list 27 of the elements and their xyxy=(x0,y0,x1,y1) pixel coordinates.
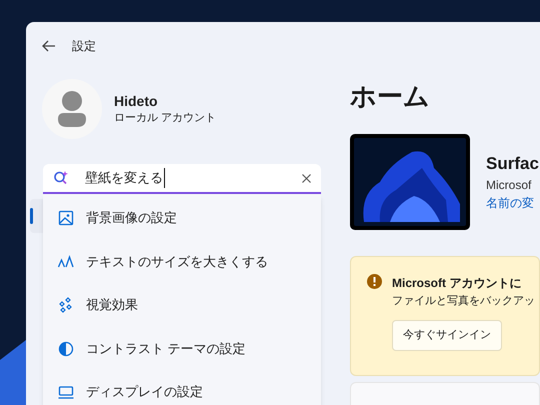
person-icon xyxy=(57,91,87,127)
search-input[interactable]: 壁紙を変える xyxy=(85,168,165,188)
picture-icon xyxy=(58,210,74,226)
suggestion-item[interactable]: 背景画像の設定 xyxy=(43,196,321,240)
monitor-icon xyxy=(58,384,74,400)
sign-in-button[interactable]: 今すぐサインイン xyxy=(392,320,502,351)
account-name: Hideto xyxy=(114,92,159,110)
suggestion-item[interactable]: テキストのサイズを大きくする xyxy=(43,240,321,284)
account-type: ローカル アカウント xyxy=(114,111,216,126)
warning-icon xyxy=(367,274,382,289)
search-field[interactable]: 壁紙を変える xyxy=(43,164,321,194)
notice-text: ファイルと写真をバックアッ xyxy=(392,294,535,309)
suggestion-item[interactable]: ディスプレイの設定 xyxy=(43,370,321,405)
text-size-icon xyxy=(58,253,74,270)
search-sparkle-icon xyxy=(53,170,69,186)
clear-icon[interactable] xyxy=(302,174,311,182)
rename-link[interactable]: 名前の変 xyxy=(486,194,539,212)
contrast-icon xyxy=(58,340,74,357)
device-name: Surfac xyxy=(486,153,539,175)
notice-title: Microsoft アカウントに xyxy=(392,275,522,292)
device-model: Microsof xyxy=(486,177,532,194)
suggestion-item[interactable]: コントラスト テーマの設定 xyxy=(43,326,321,370)
window-title: 設定 xyxy=(72,38,96,55)
page-heading: ホーム xyxy=(350,80,431,113)
sparkles-icon xyxy=(58,296,74,313)
back-arrow-icon[interactable] xyxy=(42,40,56,52)
suggestion-item[interactable]: 視覚効果 xyxy=(43,283,321,327)
